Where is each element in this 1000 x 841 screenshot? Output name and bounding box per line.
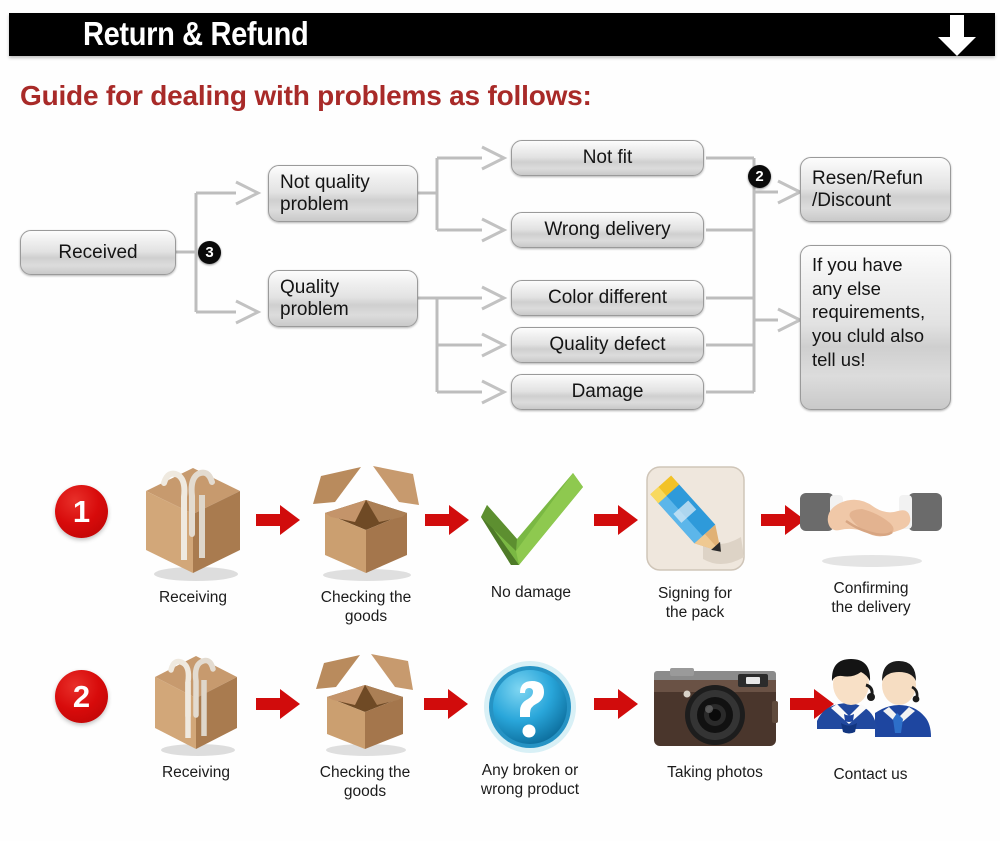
arrow-right-icon (425, 505, 469, 535)
flow-node-wrong-delivery[interactable]: Wrong delivery (511, 212, 704, 248)
flowchart-badge-3: 3 (198, 241, 221, 264)
closed-box-icon (138, 460, 248, 582)
flow-node-else-requirements-label: If you have any else requirements, you c… (812, 254, 926, 370)
process-step-signing: Signing for the pack (633, 463, 757, 623)
flow-node-wrong-delivery-label: Wrong delivery (544, 219, 671, 241)
process-step-receiving-1: Receiving (128, 460, 258, 607)
question-mark-icon (482, 659, 578, 755)
flowchart-badge-3-label: 3 (205, 244, 214, 261)
support-agents-icon (811, 651, 931, 759)
open-box-icon (305, 460, 427, 582)
flow-node-damage[interactable]: Damage (511, 374, 704, 410)
header-bar: Return & Refund (9, 13, 995, 56)
process-row-1: 1 Receiving Checking the goods No damage… (0, 455, 1000, 645)
flowchart-badge-2: 2 (748, 165, 771, 188)
green-check-icon (473, 465, 589, 577)
flow-node-not-fit-label: Not fit (582, 147, 633, 169)
process-step-confirming-label: Confirming the delivery (831, 580, 911, 617)
process-row-1-number-label: 1 (72, 494, 91, 529)
process-row-2-number-label: 2 (72, 679, 91, 714)
process-step-checking-2: Checking the goods (300, 649, 430, 802)
process-step-receiving-2: Receiving (135, 649, 257, 782)
process-step-receiving-2-label: Receiving (161, 764, 231, 781)
guide-heading: Guide for dealing with problems as follo… (20, 80, 592, 111)
flow-node-quality-problem-label: Quality problem (280, 277, 349, 320)
process-step-taking-photos-label: Taking photos (667, 764, 763, 781)
process-step-checking-1: Checking the goods (296, 460, 436, 627)
arrow-right-icon (256, 505, 300, 535)
arrow-right-icon (256, 689, 300, 719)
flow-node-else-requirements[interactable]: If you have any else requirements, you c… (800, 245, 951, 410)
flow-node-not-fit[interactable]: Not fit (511, 140, 704, 176)
process-step-no-damage-label: No damage (490, 584, 572, 601)
flow-node-color-different-label: Color different (548, 287, 667, 309)
arrow-down-icon (938, 15, 976, 56)
process-step-contact-us: Contact us (808, 651, 933, 784)
flow-node-quality-problem[interactable]: Quality problem (268, 270, 418, 327)
flow-node-resend-refund-discount-label: Resen/Refun /Discount (812, 168, 923, 211)
process-step-any-broken: Any broken or wrong product (466, 659, 594, 800)
flow-node-damage-label: Damage (571, 381, 644, 403)
flow-node-quality-defect-label: Quality defect (549, 334, 666, 356)
process-step-checking-2-label: Checking the goods (319, 764, 411, 801)
flow-node-not-quality-problem[interactable]: Not quality problem (268, 165, 418, 222)
flow-node-resend-refund-discount[interactable]: Resen/Refun /Discount (800, 157, 951, 222)
process-step-any-broken-label: Any broken or wrong product (480, 762, 580, 799)
page-title-text: Return & Refund (83, 14, 309, 52)
arrow-right-icon (594, 505, 638, 535)
arrow-right-icon (594, 689, 638, 719)
pencil-signing-icon (643, 463, 748, 578)
handshake-icon (796, 473, 946, 573)
process-step-checking-1-label: Checking the goods (320, 589, 412, 626)
process-step-taking-photos: Taking photos (640, 663, 790, 782)
process-step-confirming: Confirming the delivery (796, 473, 946, 618)
flow-node-quality-defect[interactable]: Quality defect (511, 327, 704, 363)
open-box-icon (309, 649, 421, 757)
arrow-right-icon (424, 689, 468, 719)
process-row-2-number: 2 (55, 670, 108, 723)
return-refund-infographic: Return & Refund Guide for dealing with p… (0, 0, 1000, 841)
closed-box-icon (148, 649, 244, 757)
problem-flowchart: Received 3 Not quality problem Quality p… (0, 130, 1000, 430)
flow-node-received-label: Received (58, 241, 138, 263)
page-title: Return & Refund (83, 15, 339, 53)
flow-node-color-different[interactable]: Color different (511, 280, 704, 316)
flow-node-received[interactable]: Received (20, 230, 176, 275)
process-step-contact-us-label: Contact us (833, 766, 908, 783)
flow-node-not-quality-problem-label: Not quality problem (280, 172, 370, 215)
flowchart-badge-2-label: 2 (755, 168, 764, 185)
process-step-no-damage: No damage (468, 465, 594, 602)
process-step-receiving-1-label: Receiving (158, 589, 228, 606)
process-step-signing-label: Signing for the pack (657, 585, 733, 622)
process-row-2: 2 Receiving Checking the goods Any broke… (0, 645, 1000, 835)
process-row-1-number: 1 (55, 485, 108, 538)
camera-icon (640, 663, 790, 757)
